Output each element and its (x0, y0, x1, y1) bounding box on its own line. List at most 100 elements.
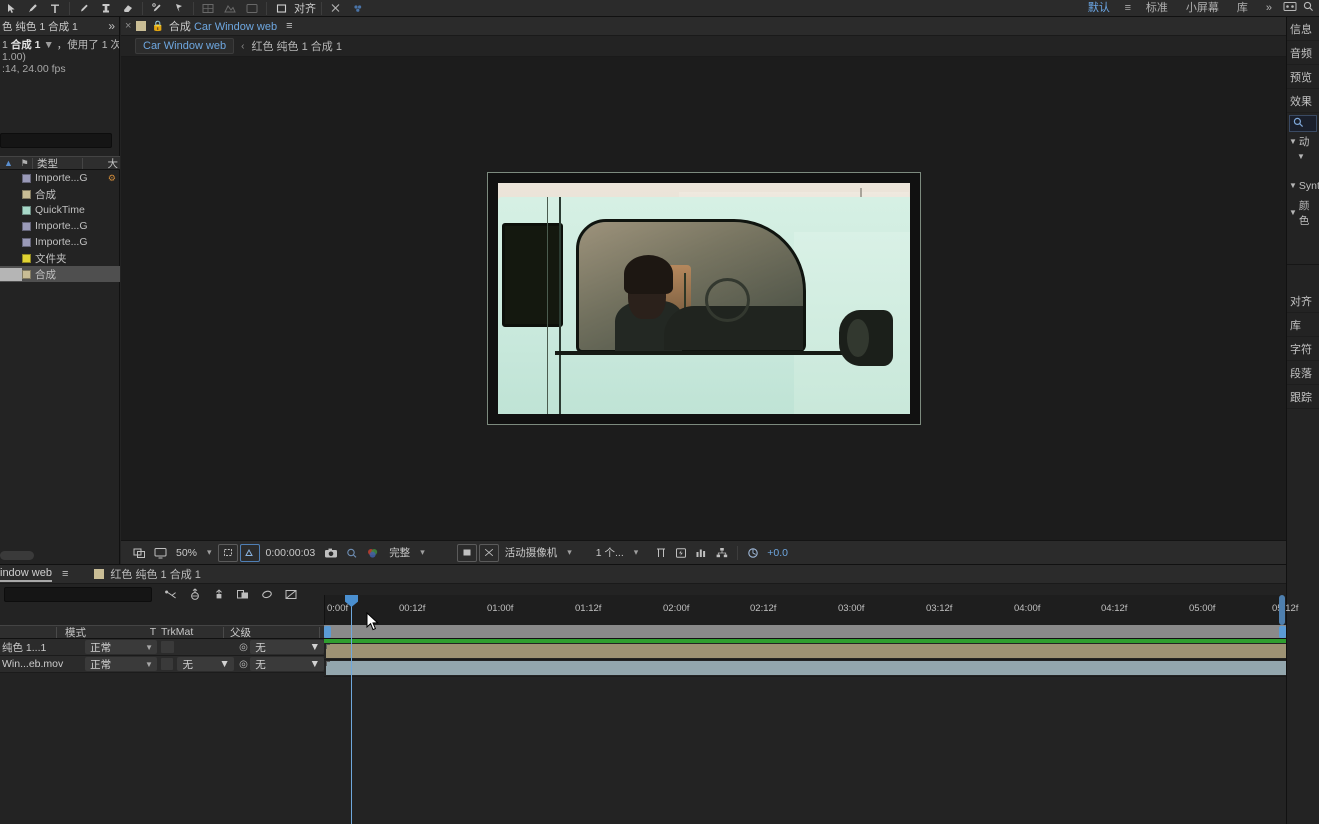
timeline-breadcrumb[interactable]: 红色 纯色 1 合成 1 (110, 566, 200, 582)
workspace-tab-library[interactable]: 库 (1228, 0, 1257, 17)
project-search-input[interactable] (0, 133, 112, 148)
layer-preserve-transparency-toggle[interactable] (160, 658, 174, 670)
composition-tab[interactable]: 合成 Car Window web (169, 18, 277, 34)
show-guides-icon[interactable] (456, 543, 477, 562)
motion-blur-icon[interactable] (211, 586, 226, 602)
scrollbar-thumb[interactable] (0, 551, 34, 560)
scrollbar-thumb[interactable] (1279, 595, 1285, 625)
pen-tool-icon[interactable] (22, 0, 44, 16)
project-tab-overflow-icon[interactable]: » (108, 19, 119, 33)
work-area-start-handle[interactable] (324, 626, 331, 638)
project-row[interactable]: 文件夹 (0, 250, 120, 266)
always-preview-icon[interactable] (130, 544, 149, 562)
workspace-layout-icon[interactable] (1281, 1, 1299, 15)
project-row[interactable]: QuickTime (0, 202, 120, 218)
breadcrumb-current[interactable]: Car Window web (135, 38, 235, 54)
region-of-interest-icon[interactable] (217, 543, 238, 562)
views-count-value[interactable]: 1 个... (592, 545, 628, 560)
fast-preview-icon[interactable] (672, 544, 690, 562)
layer-parent-dropdown[interactable]: 无 ▼ (250, 657, 325, 671)
snapshot-icon[interactable] (321, 544, 341, 562)
show-snapshot-icon[interactable] (343, 544, 361, 562)
guides-icon[interactable] (241, 0, 263, 16)
effects-group-synth[interactable]: ▼ Synt (1287, 178, 1319, 193)
selection-tool-icon[interactable] (0, 0, 22, 16)
effects-search-input[interactable] (1289, 115, 1317, 132)
chevron-down-icon[interactable]: ▼ (1289, 137, 1297, 146)
views-count-dropdown-icon[interactable]: ▾ (630, 547, 643, 558)
timeline-search-input[interactable] (4, 587, 152, 602)
layer-mode-dropdown[interactable]: 正常 ▼ (85, 640, 158, 654)
column-header-trkmat[interactable]: TrkMat (161, 626, 223, 638)
composition-stage[interactable] (121, 57, 1286, 540)
project-horizontal-scrollbar[interactable] (0, 551, 112, 560)
brainstorm-icon[interactable] (259, 586, 274, 602)
movie-layer-duration-bar[interactable] (326, 661, 1286, 675)
comp-flowchart-icon[interactable] (713, 544, 731, 562)
search-help-icon[interactable] (1299, 1, 1317, 15)
roto-brush-tool-icon[interactable] (146, 0, 168, 16)
layer-preserve-transparency-toggle[interactable] (161, 641, 174, 653)
toggle-mask-paths-icon[interactable] (478, 543, 499, 562)
shy-icon[interactable] (163, 586, 178, 602)
lock-icon[interactable]: 🔒 (151, 21, 163, 32)
snap-toggle-icon[interactable] (270, 0, 292, 16)
transparency-grid-icon[interactable] (239, 543, 260, 562)
panel-tab-effects[interactable]: 效果 (1287, 89, 1319, 113)
eraser-tool-icon[interactable] (117, 0, 139, 16)
magnification-dropdown-icon[interactable]: ▾ (203, 547, 216, 558)
magnification-value[interactable]: 50% (172, 547, 201, 559)
panel-tab-info[interactable]: 信息 (1287, 17, 1319, 41)
layer-name[interactable]: Win...eb.mov (0, 658, 85, 670)
timeline-ruler[interactable]: 0:00f 00:12f 01:00f 01:12f 02:00f 02:12f… (324, 595, 1298, 625)
breadcrumb-arrow-icon[interactable]: ‹ (241, 41, 244, 52)
panel-tab-paragraph[interactable]: 段落 (1287, 361, 1319, 385)
workspace-tab-small-screen[interactable]: 小屏幕 (1177, 0, 1228, 17)
clone-stamp-tool-icon[interactable] (95, 0, 117, 16)
grid-icon[interactable] (197, 0, 219, 16)
effects-tree-child[interactable]: ▼ (1287, 149, 1319, 164)
scissors-icon[interactable] (325, 0, 347, 16)
panel-menu-icon[interactable]: ≡ (286, 20, 292, 32)
breadcrumb-parent[interactable]: 红色 纯色 1 合成 1 (251, 38, 341, 54)
column-header-mode[interactable]: 模式 (57, 625, 145, 640)
composition-frame[interactable] (486, 172, 921, 425)
panel-tab-library[interactable]: 库 (1287, 313, 1319, 337)
sort-ascending-icon[interactable]: ▲ (0, 158, 17, 168)
timeline-layer-row[interactable]: Win...eb.mov 正常 ▼ 无 ▼ ◎ 无 ▼ (0, 656, 325, 673)
draft-3d-icon[interactable] (283, 586, 298, 602)
timeline-layer-row[interactable]: 纯色 1...1 正常 ▼ ◎ 无 ▼ (0, 639, 324, 656)
workspace-menu-icon[interactable]: ≡ (1119, 2, 1137, 14)
layer-mode-dropdown[interactable]: 正常 ▼ (85, 657, 157, 671)
panel-tab-preview[interactable]: 预览 (1287, 65, 1319, 89)
resolution-dropdown-icon[interactable]: ▾ (416, 547, 429, 558)
project-row-selected[interactable]: 合成 (0, 266, 120, 282)
panel-tab-audio[interactable]: 音频 (1287, 41, 1319, 65)
project-row[interactable]: 合成 (0, 186, 120, 202)
layer-bar-row[interactable] (324, 643, 1286, 660)
panel-tab-align[interactable]: 对齐 (1287, 289, 1319, 313)
timeline-jump-icon[interactable] (692, 544, 711, 562)
column-header-parent[interactable]: 父级 (224, 625, 251, 640)
timeline-vertical-scrollbar[interactable] (1278, 595, 1286, 641)
current-time-indicator[interactable] (345, 595, 358, 824)
column-header-size[interactable]: 大 (108, 156, 121, 171)
monitor-icon[interactable] (151, 544, 170, 562)
workspace-tab-standard[interactable]: 标准 (1137, 0, 1177, 17)
project-row[interactable]: Importe...G ⚙ (0, 170, 120, 186)
camera-view-value[interactable]: 活动摄像机 (501, 545, 562, 560)
channel-rgb-icon[interactable] (363, 544, 383, 562)
panel-tab-character[interactable]: 字符 (1287, 337, 1319, 361)
mask-icon[interactable] (219, 0, 241, 16)
puppet-pin-tool-icon[interactable] (168, 0, 190, 16)
project-row[interactable]: Importe...G (0, 234, 120, 250)
type-tool-icon[interactable] (44, 0, 66, 16)
resolution-value[interactable]: 完整 (385, 545, 414, 560)
timeline-tab[interactable]: indow web (0, 567, 52, 582)
label-tag-icon[interactable]: ⚑ (17, 158, 32, 169)
effects-group-color[interactable]: ▼ 颜色 (1287, 200, 1319, 227)
cc-libraries-icon[interactable] (347, 0, 369, 16)
panel-tab-tracker[interactable]: 跟踪 (1287, 385, 1319, 409)
timeline-panel-menu-icon[interactable]: ≡ (62, 568, 68, 580)
close-icon[interactable]: × (125, 20, 131, 32)
